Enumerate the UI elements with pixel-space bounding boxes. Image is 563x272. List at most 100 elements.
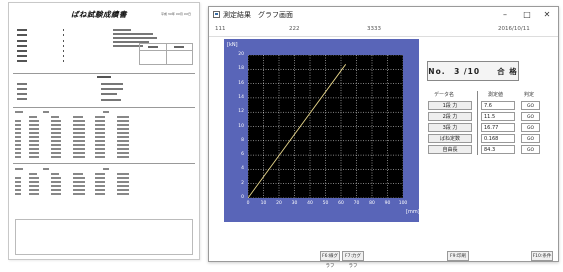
report-info-line: [113, 29, 131, 31]
x-tick-label: 70: [353, 201, 360, 206]
spec-label: [17, 98, 27, 100]
y-tick-label: 2: [241, 180, 244, 186]
table-row: [15, 136, 191, 139]
table-row: [15, 193, 191, 196]
table-row: [15, 152, 191, 155]
report-field: [17, 29, 77, 33]
header-measured-value: 測定値: [488, 92, 504, 98]
f7-force-graph-button[interactable]: F7:力グラフ: [342, 251, 364, 269]
measurement-result-window: 測定結果 グラフ画面 – □ ✕ 111 222 3333 2016/10/11…: [208, 6, 559, 269]
counter-text: No. 3 /10 合 格: [428, 67, 518, 76]
result-row: 自由長 84.3 GO: [428, 145, 542, 156]
report-notes-box: [15, 219, 193, 255]
table-row: [15, 120, 191, 123]
table-row: [15, 116, 191, 119]
x-tick-label: 80: [369, 201, 375, 206]
info-field: 111: [215, 26, 226, 32]
report-field: [17, 60, 77, 64]
divider: [13, 73, 195, 74]
y-tick-label: 8: [241, 137, 244, 143]
result-row: ばね定数 0.168 GO: [428, 134, 542, 145]
header-data-name: データ名: [434, 92, 455, 98]
f10-conditions-button[interactable]: F10:条件: [531, 251, 553, 261]
report-field: [17, 50, 77, 54]
result-judgement: GO: [521, 101, 540, 110]
result-value-field[interactable]: 0.168: [481, 134, 515, 143]
spec-value: [101, 99, 121, 101]
result-value-field[interactable]: 11.5: [481, 112, 515, 121]
x-axis-unit: [mm]: [406, 209, 420, 215]
table-row: [15, 173, 191, 176]
x-tick-label: 0: [246, 201, 250, 206]
table-row: [15, 140, 191, 143]
table-row: [15, 132, 191, 135]
report-info-line: [113, 33, 153, 35]
y-tick-label: 12: [238, 109, 244, 115]
section-title: [97, 76, 111, 78]
info-bar: 111 222 3333 2016/10/11: [209, 24, 558, 37]
x-tick-label: 20: [276, 201, 282, 206]
report-field: [17, 34, 77, 38]
table-row: [15, 144, 191, 147]
report-title: ばね試験成績書: [71, 10, 127, 19]
table-row: [15, 156, 191, 159]
table-row: [15, 148, 191, 151]
spec-value: [101, 88, 123, 90]
table-row: [15, 185, 191, 188]
info-field: 222: [289, 26, 300, 32]
f6-line-graph-button[interactable]: F6:線グラフ: [320, 251, 340, 269]
result-label: 3段 力: [428, 123, 472, 132]
maximize-button[interactable]: □: [520, 8, 534, 21]
table-row: [15, 189, 191, 192]
y-tick-label: 4: [241, 166, 244, 172]
plot-canvas: [248, 55, 403, 198]
f9-print-button[interactable]: F9:印刷: [447, 251, 469, 261]
divider: [13, 107, 195, 108]
y-axis-unit: [kN]: [227, 42, 238, 48]
load-deflection-plot: [248, 55, 403, 198]
table-row: [15, 111, 191, 114]
report-approval-box: [139, 43, 193, 65]
close-button[interactable]: ✕: [540, 8, 554, 21]
x-tick-label: 40: [307, 201, 313, 206]
minimize-button[interactable]: –: [498, 8, 512, 21]
app-icon: [213, 11, 220, 18]
result-judgement: GO: [521, 145, 540, 154]
result-judgement: GO: [521, 112, 540, 121]
info-field: 3333: [367, 26, 381, 32]
test-report-document: ばね試験成績書 平成 3X年 XX月 XX日: [8, 2, 200, 260]
report-date: 平成 3X年 XX月 XX日: [160, 12, 191, 16]
table-row: [15, 124, 191, 127]
result-row: 3段 力 16.77 GO: [428, 123, 542, 134]
window-title: 測定結果 グラフ画面: [223, 11, 293, 19]
spec-value: [101, 93, 117, 95]
result-label: 自由長: [428, 145, 472, 154]
result-value-field[interactable]: 7.6: [481, 101, 515, 110]
result-label: 2段 力: [428, 112, 472, 121]
spec-value: [101, 83, 123, 85]
y-tick-label: 10: [238, 123, 244, 129]
spec-label: [17, 93, 27, 95]
title-bar[interactable]: 測定結果 グラフ画面 – □ ✕: [209, 7, 558, 23]
table-row: [15, 181, 191, 184]
result-value-field[interactable]: 16.77: [481, 123, 515, 132]
date-field: 2016/10/11: [498, 26, 530, 32]
test-counter-display: No. 3 /10 合 格: [427, 61, 519, 81]
result-judgement: GO: [521, 134, 540, 143]
result-value-field[interactable]: 84.3: [481, 145, 515, 154]
graph-panel: [kN] [mm] 20 18 16 14 12 10 8 6 4 2 0 0 10 20 30 40 50 60…: [224, 39, 420, 222]
y-tick-label: 6: [241, 152, 244, 158]
report-field: [17, 40, 77, 44]
table-row: [15, 177, 191, 180]
header-judgement: 判定: [524, 92, 535, 98]
x-tick-label: 30: [291, 201, 298, 206]
x-tick-label: 60: [338, 201, 344, 206]
result-judgement: GO: [521, 123, 540, 132]
load-curve: [248, 64, 347, 198]
x-tick-label: 10: [260, 201, 267, 206]
result-row: 2段 力 11.5 GO: [428, 112, 542, 123]
spec-label: [17, 83, 27, 85]
spec-label: [17, 88, 27, 90]
y-tick-label: 0: [241, 195, 244, 200]
report-field: [17, 55, 77, 59]
